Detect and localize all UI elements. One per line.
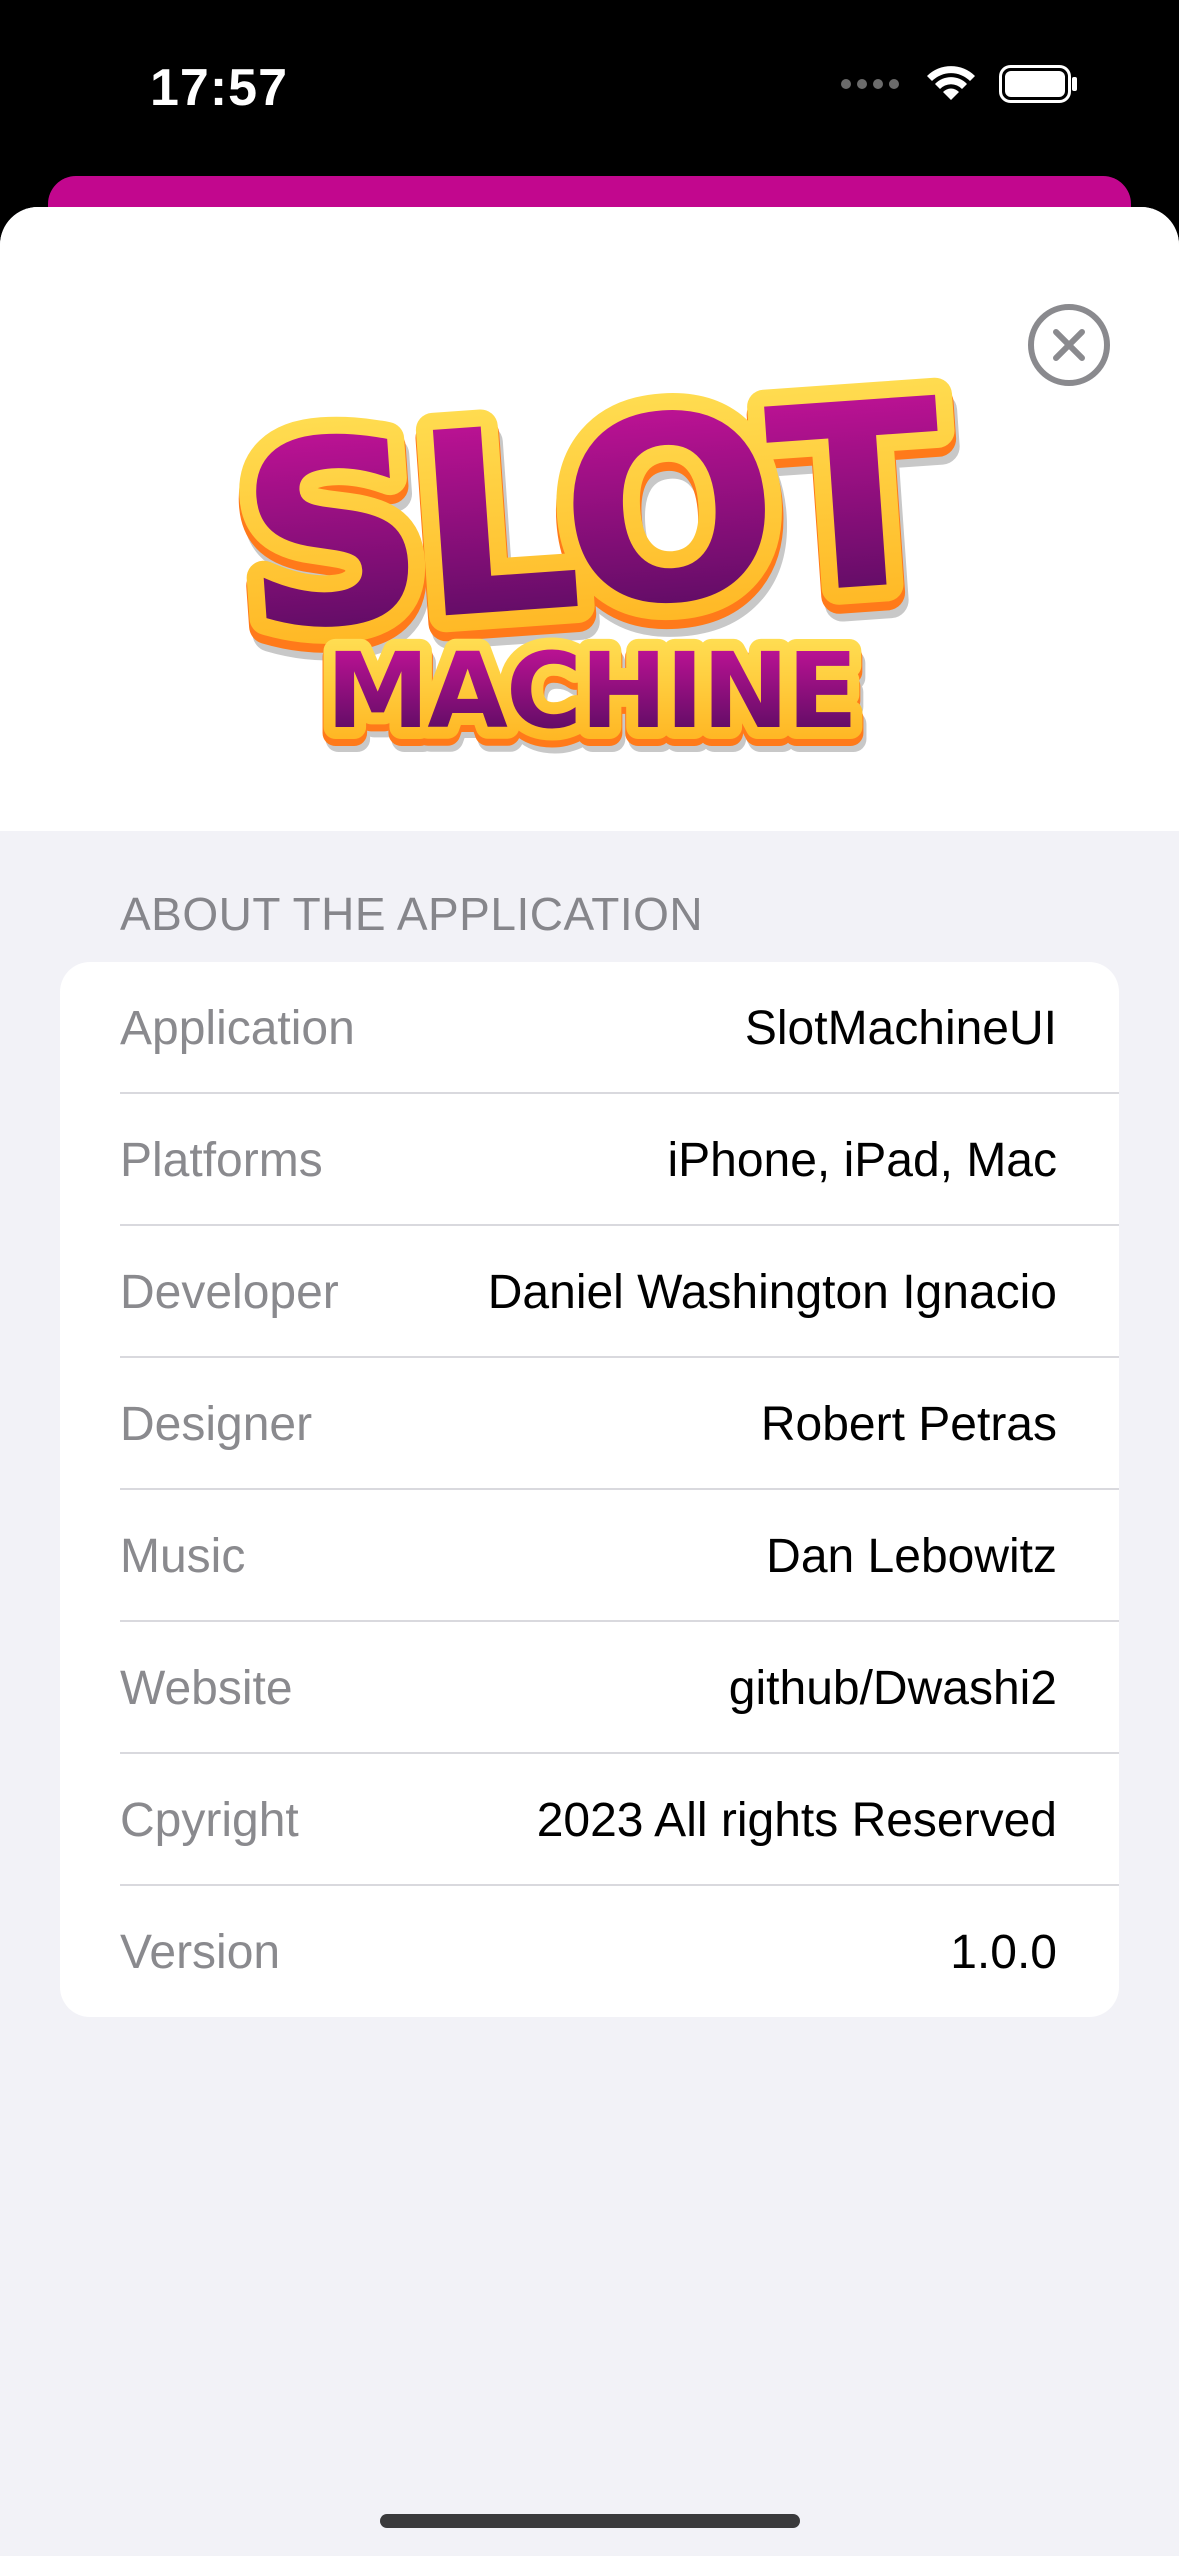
info-row-copyright: Cpyright 2023 All rights Reserved [60,1754,1119,1886]
home-indicator[interactable] [380,2514,800,2528]
row-value: github/Dwashi2 [728,1661,1057,1715]
row-label: Designer [120,1397,313,1451]
info-row-website: Website github/Dwashi2 [60,1622,1119,1754]
row-value: Robert Petras [760,1397,1057,1451]
row-value: iPhone, iPad, Mac [667,1133,1057,1187]
slot-machine-logo: SLOT SLOT SLOT SLOT MACHINE MACHINE MACH… [213,328,974,777]
info-row-platforms: Platforms iPhone, iPad, Mac [60,1094,1119,1226]
row-label: Version [120,1925,281,1979]
row-label: Website [120,1661,293,1715]
row-value: 1.0.0 [950,1925,1057,1979]
signal-dots-icon [839,77,903,96]
row-label: Music [120,1529,246,1583]
row-label: Platforms [120,1133,323,1187]
info-row-developer: Developer Daniel Washington Ignacio [60,1226,1119,1358]
row-value: Dan Lebowitz [766,1529,1057,1583]
status-time: 17:57 [150,59,288,117]
about-sheet: SLOT SLOT SLOT SLOT MACHINE MACHINE MACH… [0,207,1179,2556]
svg-text:MACHINE: MACHINE [326,630,856,752]
section-title: ABOUT THE APPLICATION [120,888,704,940]
wifi-icon [925,64,977,109]
row-value: Daniel Washington Ignacio [487,1265,1057,1319]
xmark-circle-icon [1028,304,1110,386]
info-row-application: Application SlotMachineUI [60,962,1119,1094]
row-label: Application [120,1001,355,1055]
info-row-music: Music Dan Lebowitz [60,1490,1119,1622]
info-row-version: Version 1.0.0 [60,1886,1119,2017]
about-card: Application SlotMachineUI Platforms iPho… [60,962,1119,2017]
close-button[interactable] [1026,302,1112,388]
info-row-designer: Designer Robert Petras [60,1358,1119,1490]
row-label: Developer [120,1265,339,1319]
battery-icon [999,65,1079,108]
row-value: SlotMachineUI [744,1001,1057,1055]
status-icons [839,64,1079,109]
status-bar: 17:57 [0,0,1179,180]
row-label: Cpyright [120,1793,299,1847]
row-value: 2023 All rights Reserved [536,1793,1057,1847]
